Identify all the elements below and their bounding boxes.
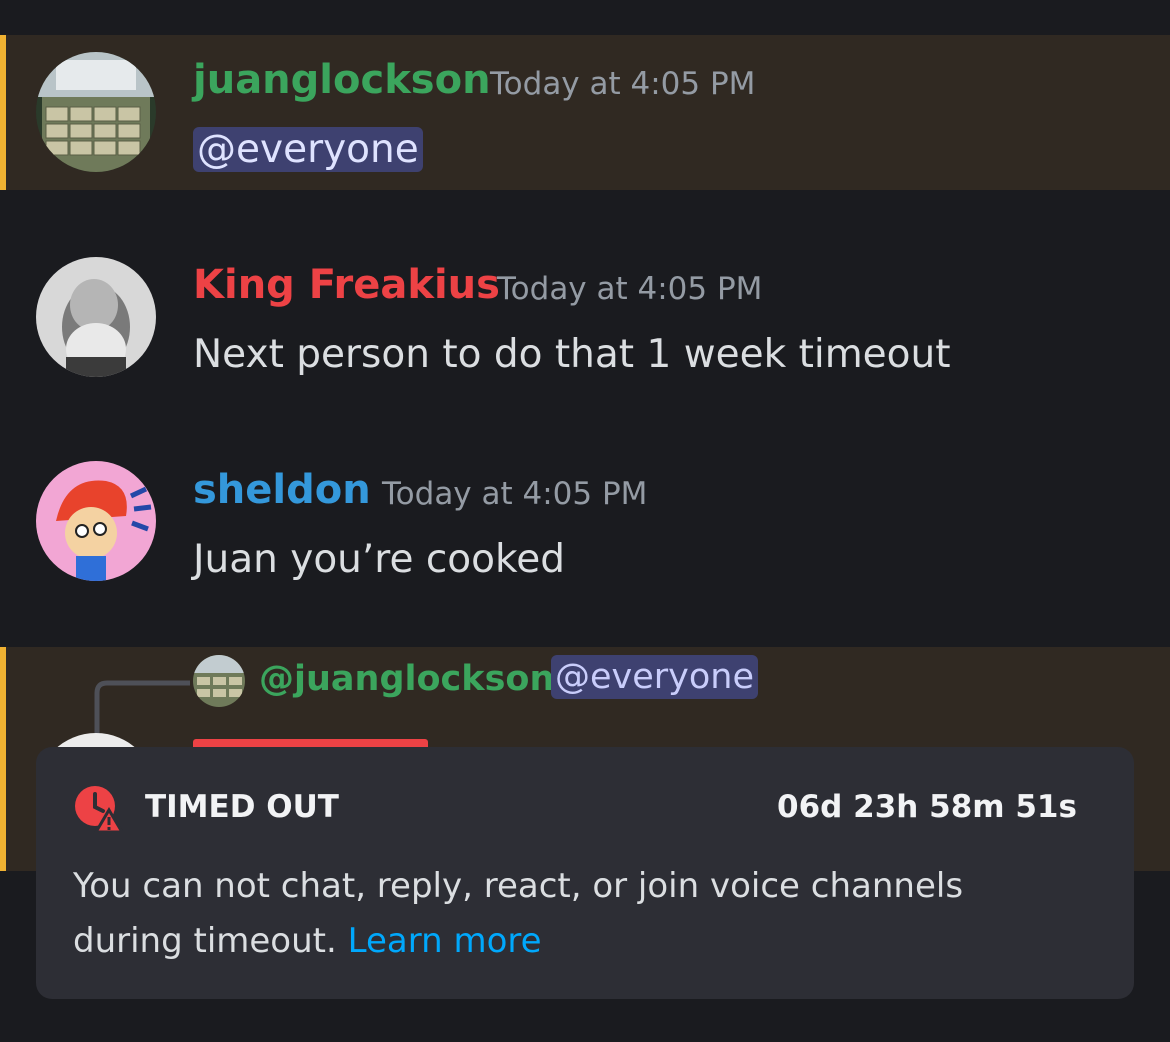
timeout-countdown: 06d 23h 58m 51s (777, 789, 1077, 825)
clock-warning-icon (75, 786, 123, 834)
timeout-description: You can not chat, reply, react, or join … (73, 859, 963, 969)
avatar-sheldon[interactable] (36, 461, 156, 581)
avatar-king-freakius[interactable] (36, 257, 156, 377)
message-timestamp: Today at 4:05 PM (497, 271, 763, 307)
message-sheldon[interactable]: sheldon Today at 4:05 PM Juan you’re coo… (0, 445, 1170, 605)
message-content: Juan you’re cooked (193, 537, 565, 582)
message-author[interactable]: juanglockson (193, 57, 491, 103)
replied-avatar[interactable] (193, 655, 245, 707)
learn-more-link[interactable]: Learn more (348, 921, 542, 961)
message-content: @everyone (193, 127, 423, 172)
everyone-mention[interactable]: @everyone (193, 127, 423, 172)
message-juanglockson[interactable]: juanglockson Today at 4:05 PM @everyone (0, 35, 1170, 190)
message-content: Next person to do that 1 week timeout (193, 332, 951, 377)
timeout-body-line1: You can not chat, reply, react, or join … (73, 866, 964, 906)
cartoon-avatar (36, 461, 156, 581)
message-author[interactable]: King Freakius (193, 262, 500, 308)
timeout-banner: TIMED OUT 06d 23h 58m 51s You can not ch… (36, 747, 1134, 999)
replied-author[interactable]: @juanglockson (259, 659, 554, 699)
replied-mention[interactable]: @everyone (551, 655, 759, 699)
portrait-avatar (36, 257, 156, 377)
money-photo-avatar (36, 52, 156, 172)
timeout-body-line2: during timeout. (73, 921, 337, 961)
message-timestamp: Today at 4:05 PM (490, 66, 756, 102)
message-timestamp: Today at 4:05 PM (382, 476, 648, 512)
money-photo-avatar-small (193, 655, 245, 707)
message-king-freakius[interactable]: King Freakius Today at 4:05 PM Next pers… (0, 240, 1170, 400)
message-author[interactable]: sheldon (193, 467, 371, 513)
timeout-title: TIMED OUT (145, 789, 339, 825)
avatar-juanglockson[interactable] (36, 52, 156, 172)
